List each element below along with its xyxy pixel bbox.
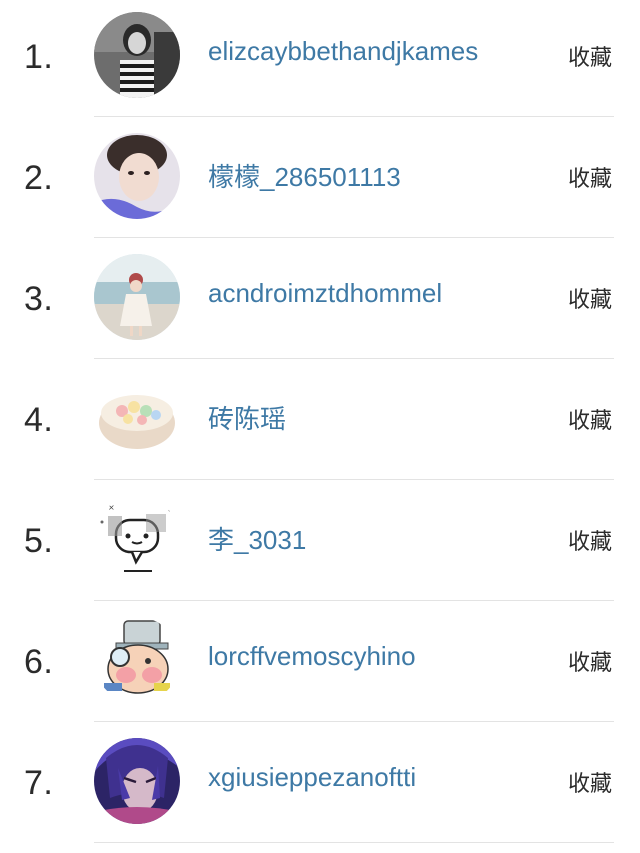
dessert-bowl-avatar[interactable] bbox=[94, 375, 180, 461]
username-link[interactable]: acndroimztdhommel bbox=[208, 278, 442, 309]
favorite-button[interactable]: 收藏 bbox=[568, 524, 612, 556]
list-item: 4. 砖陈瑶 收藏 bbox=[0, 363, 640, 484]
list-item: 7. xgiusieppezanoftti 收藏 bbox=[0, 726, 640, 847]
beach-girl-avatar[interactable] bbox=[94, 254, 180, 340]
list-item: 2. 檬檬_286501113 收藏 bbox=[0, 121, 640, 242]
username-link[interactable]: 李_3031 bbox=[208, 520, 306, 557]
user-ranking-list: 1. elizcaybbethandjkames 收藏 2. 檬檬_286501… bbox=[0, 0, 640, 853]
cartoon-chat-avatar[interactable]: × bbox=[94, 496, 180, 582]
anime-detective-avatar[interactable] bbox=[94, 617, 180, 703]
rank-number: 1. bbox=[24, 38, 54, 76]
rank-number: 7. bbox=[24, 764, 54, 802]
list-item: 6. lorcffvemoscyhino 收藏 bbox=[0, 605, 640, 726]
portrait-bw-avatar[interactable] bbox=[94, 12, 180, 98]
rank-number: 2. bbox=[24, 159, 54, 197]
rank-number: 6. bbox=[24, 643, 54, 681]
username-link[interactable]: elizcaybbethandjkames bbox=[208, 36, 478, 67]
favorite-button[interactable]: 收藏 bbox=[568, 766, 612, 798]
favorite-button[interactable]: 收藏 bbox=[568, 645, 612, 677]
svg-text:×: × bbox=[108, 503, 115, 512]
favorite-button[interactable]: 收藏 bbox=[568, 161, 612, 193]
divider bbox=[94, 600, 614, 601]
divider bbox=[94, 479, 614, 480]
favorite-button[interactable]: 收藏 bbox=[568, 403, 612, 435]
username-link[interactable]: 砖陈瑶 bbox=[208, 399, 286, 436]
rank-number: 3. bbox=[24, 280, 54, 318]
divider bbox=[94, 842, 614, 843]
divider bbox=[94, 721, 614, 722]
rank-number: 4. bbox=[24, 401, 54, 439]
divider bbox=[94, 358, 614, 359]
divider bbox=[94, 237, 614, 238]
divider bbox=[94, 116, 614, 117]
anime-purple-hair-avatar[interactable] bbox=[94, 738, 180, 824]
favorite-button[interactable]: 收藏 bbox=[568, 282, 612, 314]
list-item: 5. × 李_3031 收藏 bbox=[0, 484, 640, 605]
username-link[interactable]: 檬檬_286501113 bbox=[208, 157, 401, 194]
list-item: 1. elizcaybbethandjkames 收藏 bbox=[0, 0, 640, 121]
username-link[interactable]: xgiusieppezanoftti bbox=[208, 762, 416, 793]
list-item: 3. acndroimztdhommel 收藏 bbox=[0, 242, 640, 363]
username-link[interactable]: lorcffvemoscyhino bbox=[208, 641, 416, 672]
favorite-button[interactable]: 收藏 bbox=[568, 40, 612, 72]
rank-number: 5. bbox=[24, 522, 54, 560]
young-man-avatar[interactable] bbox=[94, 133, 180, 219]
